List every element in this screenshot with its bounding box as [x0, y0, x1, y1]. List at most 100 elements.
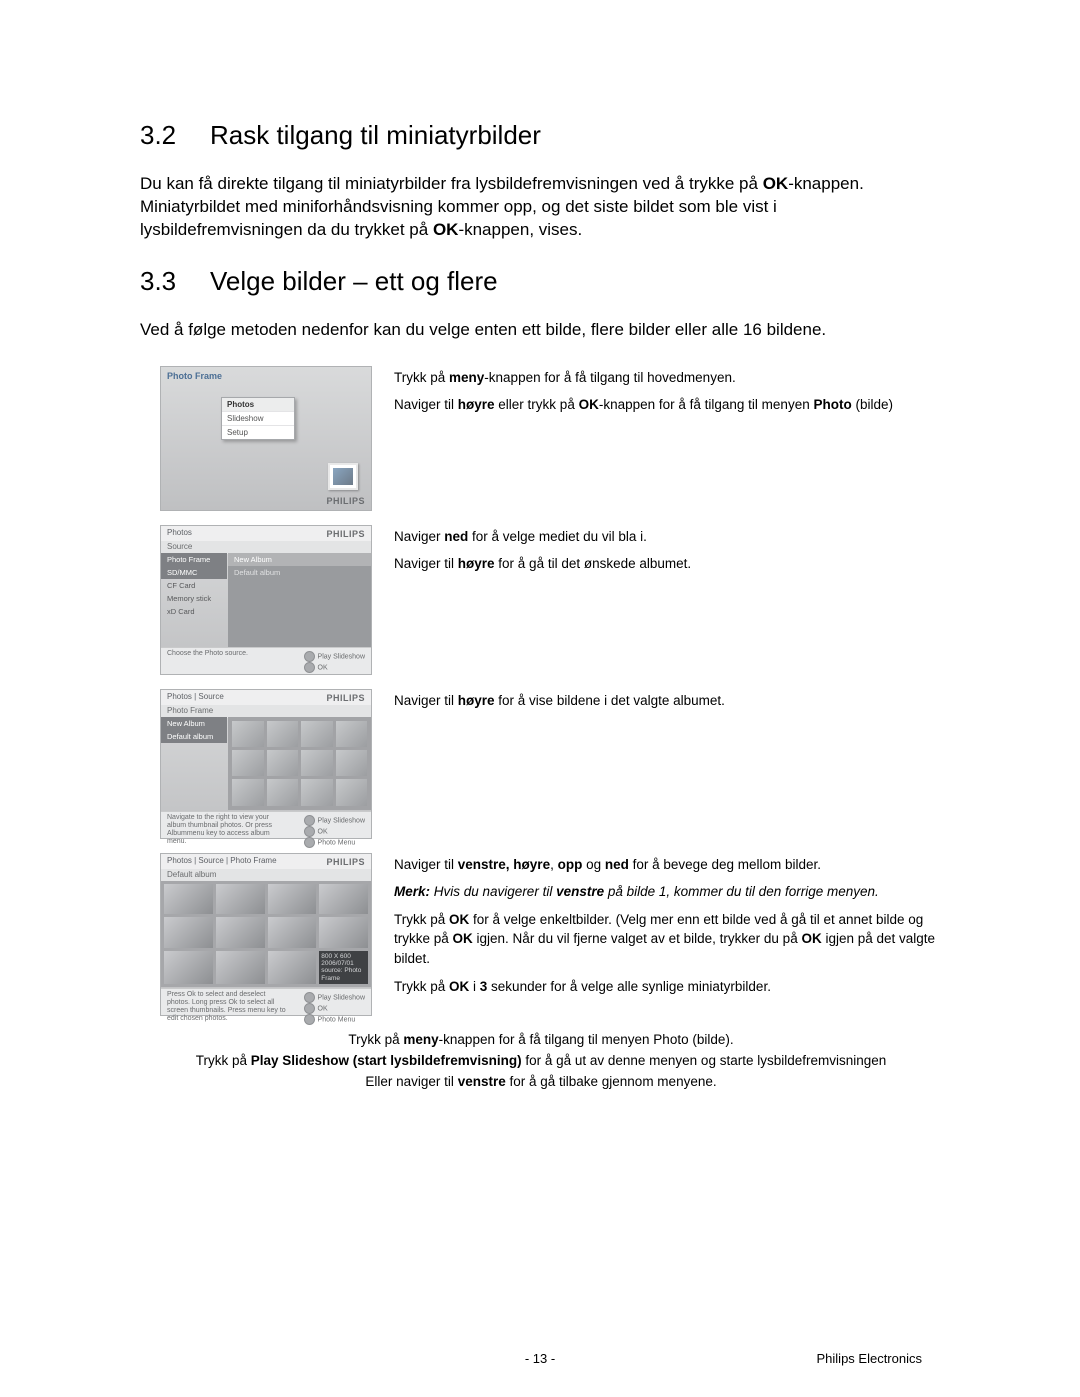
thumbnail	[268, 884, 317, 915]
text-bold: OK	[763, 174, 789, 193]
step-row-4: Photos | Source | Photo Frame PHILIPS De…	[140, 853, 942, 1016]
thumbnail	[336, 779, 368, 805]
thumbnail	[267, 721, 299, 747]
text: i	[469, 979, 480, 994]
steps-container: Photo Frame Photos Slideshow Setup PHILI…	[140, 366, 942, 1016]
text: Navigate to the right to view your album…	[167, 814, 287, 846]
thumbnail	[267, 750, 299, 776]
text: -knappen for å få tilgang til menyen	[599, 397, 814, 412]
button-icon	[304, 662, 315, 673]
text: Trykk på	[394, 979, 449, 994]
thumbnail	[267, 779, 299, 805]
text: for å velge mediet du vil bla i.	[468, 529, 647, 544]
menu-item: Photos	[222, 398, 294, 412]
text: for å bevege deg mellom bilder.	[629, 857, 821, 872]
thumbnail	[301, 721, 333, 747]
text: OK	[318, 1005, 328, 1012]
text-bold: OK	[449, 912, 469, 927]
list-item: New Album	[161, 717, 227, 730]
screenshot-title: Photo Frame	[167, 371, 222, 381]
screenshot-leftcol: New Album Default album	[161, 717, 227, 815]
thumbnail-grid	[228, 717, 371, 810]
thumbnail	[216, 884, 265, 915]
text: OK	[318, 828, 328, 835]
text: Naviger	[394, 529, 444, 544]
thumbnail	[164, 951, 213, 984]
button-icon	[304, 1014, 315, 1025]
note-text: Merk: Hvis du navigerer til venstre på b…	[394, 884, 879, 899]
button-icon	[304, 992, 315, 1003]
thumbnail	[268, 917, 317, 948]
thumbnail	[164, 884, 213, 915]
thumbnail	[336, 721, 368, 747]
list-item: Memory stick	[161, 592, 227, 605]
list-item: Photo Frame	[161, 553, 227, 566]
heading-3-3-title: Velge bilder – ett og flere	[210, 266, 498, 297]
text: Hvis du navigerer til	[434, 884, 556, 899]
screenshot-leftcol: Photo Frame SD/MMC CF Card Memory stick …	[161, 553, 227, 651]
screenshot-footer: Navigate to the right to view your album…	[161, 811, 371, 838]
text-bold: ned	[444, 529, 468, 544]
text: Photo Menu	[318, 1016, 356, 1023]
text: Trykk på	[394, 370, 449, 385]
thumbnail	[301, 779, 333, 805]
thumbnail	[301, 750, 333, 776]
text-bold: OK	[579, 397, 599, 412]
thumbnail	[232, 750, 264, 776]
text: Play Slideshow	[318, 817, 365, 824]
text-bold: ned	[605, 857, 629, 872]
list-item: Default album	[228, 566, 371, 579]
thumbnail-grid: 800 X 600 2006/07/01 source: Photo Frame	[161, 881, 371, 987]
heading-3-2: 3.2 Rask tilgang til miniatyrbilder	[140, 120, 942, 151]
screenshot-footer: Choose the Photo source. Play Slideshow …	[161, 647, 371, 674]
brand-label: PHILIPS	[326, 529, 365, 539]
text: Photos	[167, 528, 192, 537]
bottom-instructions: Trykk på meny-knappen for å få tilgang t…	[140, 1030, 942, 1093]
thumbnail	[336, 750, 368, 776]
text: Naviger til	[394, 857, 458, 872]
thumbnail	[216, 951, 265, 984]
step-1-text: Trykk på meny-knappen for å få tilgang t…	[372, 366, 942, 423]
footer-actions: Play Slideshow OK Photo Menu	[304, 815, 365, 848]
list-item: New Album	[228, 553, 371, 566]
text: Photos | Source	[167, 692, 224, 701]
text-bold: venstre, høyre	[458, 857, 550, 872]
brand-label: PHILIPS	[326, 857, 365, 867]
screenshot-footer: Press Ok to select and deselect photos. …	[161, 988, 371, 1015]
thumbnail	[268, 951, 317, 984]
text: Play Slideshow	[318, 653, 365, 660]
step-4-text: Naviger til venstre, høyre, opp og ned f…	[372, 853, 942, 1004]
text: for å vise bildene i det valgte albumet.	[495, 693, 725, 708]
text: OK	[318, 664, 328, 671]
text: -knappen for å få tilgang til hovedmenye…	[484, 370, 735, 385]
text-bold: OK	[801, 931, 821, 946]
text: Eller naviger til	[365, 1074, 457, 1089]
screenshot-rightcol: New Album Default album	[228, 553, 371, 651]
text-bold: Merk:	[394, 884, 434, 899]
text: Press Ok to select and deselect photos. …	[167, 991, 287, 1023]
paragraph-3-3: Ved å følge metoden nedenfor kan du velg…	[140, 319, 942, 342]
screenshot-menu-card: Photos Slideshow Setup	[221, 397, 295, 440]
list-item: Default album	[161, 730, 227, 743]
step-row-3: Photos | Source PHILIPS Photo Frame New …	[140, 689, 942, 839]
list-item: xD Card	[161, 605, 227, 618]
text-bold: venstre	[458, 1074, 506, 1089]
screenshot-thumbnail-grid: Photos | Source | Photo Frame PHILIPS De…	[160, 853, 372, 1016]
button-icon	[304, 815, 315, 826]
text: og	[582, 857, 605, 872]
thumbnail	[232, 721, 264, 747]
text: Naviger til	[394, 693, 458, 708]
preview-thumb-icon	[328, 463, 358, 490]
step-2-text: Naviger ned for å velge mediet du vil bl…	[372, 525, 942, 582]
text: for å gå ut av denne menyen og starte ly…	[522, 1053, 887, 1068]
text-bold: høyre	[458, 556, 495, 571]
text-bold: meny	[449, 370, 484, 385]
thumbnail	[216, 917, 265, 948]
text: Photos | Source | Photo Frame	[167, 856, 277, 865]
brand-label: PHILIPS	[326, 693, 365, 703]
button-icon	[304, 651, 315, 662]
thumbnail	[232, 779, 264, 805]
text-bold: OK	[449, 979, 469, 994]
document-page: 3.2 Rask tilgang til miniatyrbilder Du k…	[0, 0, 1080, 1397]
screenshot-main-menu: Photo Frame Photos Slideshow Setup PHILI…	[160, 366, 372, 511]
